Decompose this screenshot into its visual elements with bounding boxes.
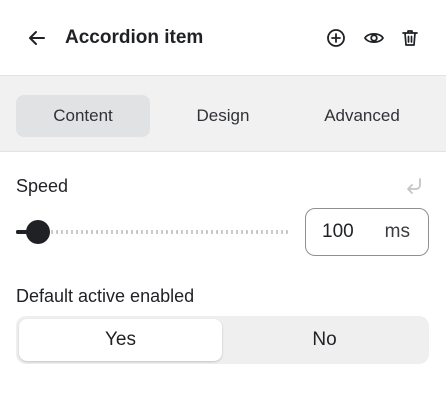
option-no-button[interactable]: No: [223, 319, 426, 361]
reset-speed-button[interactable]: [402, 174, 426, 198]
speed-label: Speed: [16, 176, 69, 196]
default-active-toggle: Yes No: [16, 316, 429, 364]
tab-bar: Content Design Advanced: [0, 76, 446, 152]
add-button[interactable]: [322, 24, 350, 52]
panel-header: Accordion item: [0, 0, 446, 76]
speed-input[interactable]: [318, 220, 378, 244]
plus-circle-icon: [327, 29, 345, 47]
slider-thumb[interactable]: [26, 220, 50, 244]
speed-slider[interactable]: [16, 220, 288, 244]
option-yes-button[interactable]: Yes: [19, 319, 222, 361]
back-button[interactable]: [22, 23, 52, 53]
panel-title: Accordion item: [65, 27, 204, 48]
speed-field: ms: [305, 208, 429, 256]
tab-design[interactable]: Design: [156, 95, 290, 137]
slider-track: [16, 230, 288, 234]
arrow-left-icon: [29, 31, 45, 45]
delete-button[interactable]: [396, 24, 424, 52]
preview-button[interactable]: [360, 24, 388, 52]
tab-content[interactable]: Content: [16, 95, 150, 137]
speed-unit: ms: [384, 221, 410, 242]
eye-icon: [364, 32, 384, 44]
tab-advanced[interactable]: Advanced: [295, 95, 429, 137]
trash-icon: [402, 30, 418, 46]
undo-arrow-icon: [407, 178, 421, 194]
default-active-label: Default active enabled: [16, 286, 195, 306]
